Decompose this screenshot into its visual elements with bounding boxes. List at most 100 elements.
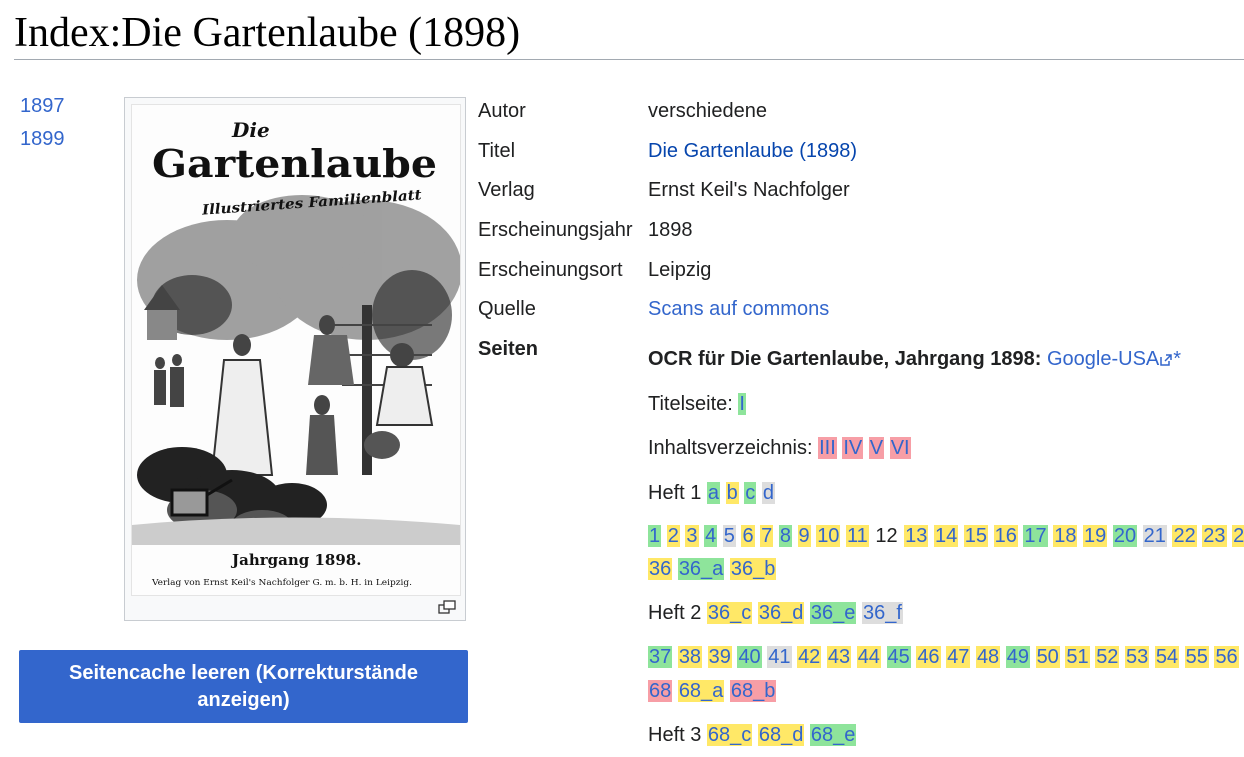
page-link[interactable]: 16 [993,525,1018,547]
next-year-link[interactable]: 1899 [20,128,65,151]
page-link[interactable]: 50 [1035,646,1060,668]
page-link[interactable]: 47 [946,646,971,668]
ocr-suffix: * [1173,348,1182,370]
page-link[interactable]: c [744,482,757,504]
label-quelle: Quelle [478,298,536,320]
prev-year-link[interactable]: 1897 [20,95,65,118]
page-link[interactable]: 38 [677,646,703,668]
page-link[interactable]: b [725,482,739,504]
heft1-label: Heft 1 [648,482,702,504]
page-link[interactable]: VI [889,437,911,459]
page-link[interactable]: 5 [722,525,736,547]
page-link[interactable]: 7 [760,525,774,547]
page-title: Index:Die Gartenlaube (1898) [14,10,521,56]
page-link[interactable]: 68_b [729,680,777,702]
cover-die: Die [231,118,270,142]
value-ort: Leipzig [648,259,712,281]
pages-row-4: 68 68_a 68_b [648,678,777,704]
page-link[interactable]: 12 [874,525,898,547]
page-link[interactable]: 9 [797,525,811,547]
label-verlag: Verlag [478,179,535,201]
page-link[interactable]: 44 [856,646,881,668]
page-link[interactable]: 18 [1053,525,1078,547]
value-quelle-link[interactable]: Scans auf commons [648,298,829,321]
page-link[interactable]: 2 [666,525,680,547]
page-link[interactable]: 36_d [757,602,805,624]
ocr-prefix: OCR für Die Gartenlaube, Jahrgang 1898: [648,348,1042,370]
label-ort: Erscheinungsort [478,259,623,281]
enlarge-icon[interactable] [438,600,456,614]
page-link[interactable]: 10 [816,525,841,547]
heft2-row: Heft 2 36_c 36_d 36_e 36_f [648,600,903,626]
page-link[interactable]: III [818,437,837,459]
page-link[interactable]: 56 [1214,646,1239,668]
cover-title: Gartenlaube [152,141,437,186]
page-link[interactable]: 19 [1083,525,1108,547]
page-link[interactable]: 15 [963,525,989,547]
inhalt-row: Inhaltsverzeichnis: III IV V VI [648,435,911,461]
page-link[interactable]: 13 [904,525,929,547]
page-link[interactable]: 45 [886,646,911,668]
page-link[interactable]: 49 [1005,646,1030,668]
cover-thumbnail[interactable]: Die Gartenlaube Illustriertes Familienbl… [124,97,466,621]
page-link[interactable]: 4 [704,525,718,547]
page-link[interactable]: 43 [826,646,852,668]
page-link[interactable]: 52 [1095,646,1120,668]
page-link[interactable]: IV [842,437,864,459]
page-link[interactable]: 37 [648,646,673,668]
page-link[interactable]: 54 [1154,646,1180,668]
page-link[interactable]: 1 [648,525,662,547]
page-link[interactable]: 68_e [809,724,857,746]
page-link[interactable]: 14 [933,525,959,547]
page-link[interactable]: 3 [685,525,699,547]
page-link[interactable]: 40 [737,646,762,668]
page-link[interactable]: 36_c [706,602,753,624]
ocr-line: OCR für Die Gartenlaube, Jahrgang 1898: … [648,346,1181,372]
cover-year: Jahrgang 1898. [230,551,361,569]
pages-row-2: 36 36_a 36_b [648,556,777,582]
page-link[interactable]: 21 [1142,525,1167,547]
heft1-row: Heft 1 a b c d [648,480,775,506]
page-link[interactable]: V [868,437,885,459]
page-link[interactable]: I [738,393,746,415]
page-link[interactable]: 6 [741,525,755,547]
cover-publisher: Verlag von Ernst Keil's Nachfolger G. m.… [151,578,412,587]
page-link[interactable]: 20 [1112,525,1138,547]
pages-row-3: 37 38 39 40 41 42 43 44 45 46 47 48 49 5… [648,644,1239,670]
page-link[interactable]: 51 [1065,646,1090,668]
label-titel: Titel [478,140,516,162]
page-link[interactable]: 55 [1184,646,1209,668]
page-link[interactable]: 8 [778,525,792,547]
value-jahr: 1898 [648,219,693,241]
label-autor: Autor [478,100,526,122]
ocr-google-link[interactable]: Google-USA [1047,348,1159,370]
page-link[interactable]: 36 [648,558,673,580]
page-link[interactable]: a [706,482,721,504]
page-link[interactable]: 48 [975,646,1001,668]
page-link[interactable]: 36_a [677,558,725,580]
page-link[interactable]: 68 [648,680,673,702]
purge-cache-button[interactable]: Seitencache leeren (Korrekturstände anze… [19,650,468,723]
page-link[interactable]: 23 [1202,525,1227,547]
label-jahr: Erscheinungsjahr [478,219,633,241]
page-link[interactable]: 22 [1172,525,1197,547]
heft2-label: Heft 2 [648,602,702,624]
page-link[interactable]: 42 [797,646,822,668]
page-link[interactable]: 17 [1023,525,1048,547]
page-link[interactable]: 68_a [677,680,725,702]
page-link[interactable]: 39 [707,646,732,668]
page-link[interactable]: 46 [916,646,941,668]
page-link[interactable]: 11 [846,525,869,547]
page-link[interactable]: 68_d [757,724,805,746]
page-link[interactable]: 36_e [809,602,857,624]
page-link[interactable]: 36_b [729,558,777,580]
page-link[interactable]: 68_c [706,724,753,746]
page-link[interactable]: 36_f [861,602,903,624]
value-titel-link[interactable]: Die Gartenlaube (1898) [648,140,857,163]
pages-row-1: 1 2 3 4 5 6 7 8 9 10 11 12 13 14 15 16 1… [648,523,1244,549]
page-link[interactable]: 24 [1232,525,1244,547]
cover-image[interactable]: Die Gartenlaube Illustriertes Familienbl… [131,104,461,596]
page-link[interactable]: d [761,482,775,504]
page-link[interactable]: 41 [767,646,792,668]
page-link[interactable]: 53 [1125,646,1150,668]
